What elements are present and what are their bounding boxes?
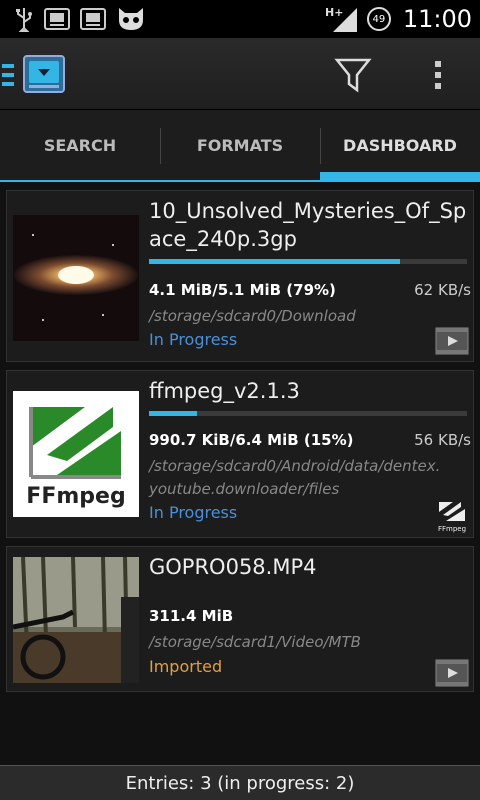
download-icon bbox=[80, 7, 106, 31]
video-icon bbox=[435, 659, 469, 687]
filter-icon[interactable] bbox=[330, 52, 376, 98]
overflow-menu-icon[interactable] bbox=[420, 52, 456, 98]
ffmpeg-logo-text: FFmpeg bbox=[26, 484, 125, 509]
download-path: /storage/sdcard0/Download bbox=[149, 307, 356, 325]
video-thumbnail bbox=[13, 557, 139, 683]
video-thumbnail bbox=[13, 215, 139, 341]
tab-dashboard[interactable]: DASHBOARD bbox=[320, 110, 480, 180]
download-title: ffmpeg_v2.1.3 bbox=[149, 379, 300, 403]
tab-formats[interactable]: FORMATS bbox=[160, 110, 320, 180]
app-logo-icon[interactable] bbox=[22, 52, 66, 96]
status-text: Imported bbox=[149, 657, 223, 676]
download-path: /storage/sdcard0/Android/data/dentex.you… bbox=[149, 457, 441, 498]
battery-icon: 49 bbox=[366, 7, 391, 31]
download-speed: 62 KB/s bbox=[414, 281, 471, 299]
svg-text:H+: H+ bbox=[325, 6, 343, 19]
video-icon bbox=[435, 327, 469, 355]
battery-level: 49 bbox=[372, 13, 386, 25]
ffmpeg-thumbnail: FFmpeg bbox=[13, 391, 139, 517]
status-text: In Progress bbox=[149, 503, 238, 522]
progress-bar bbox=[149, 411, 467, 416]
download-size: 4.1 MiB/5.1 MiB (79%) bbox=[149, 281, 336, 299]
download-title: 10_Unsolved_Mysteries_Of_Space_240p.3gp bbox=[149, 199, 467, 251]
download-size: 990.7 KiB/6.4 MiB (15%) bbox=[149, 431, 354, 449]
download-size: 311.4 MiB bbox=[149, 607, 234, 625]
signal-icon: H+ bbox=[325, 4, 359, 34]
cyanogen-mascot-icon bbox=[116, 6, 146, 32]
download-path: /storage/sdcard1/Video/MTB bbox=[149, 633, 361, 651]
downloads-list: 10_Unsolved_Mysteries_Of_Space_240p.3gp … bbox=[0, 182, 480, 765]
progress-bar bbox=[149, 259, 467, 264]
download-title: GOPRO058.MP4 bbox=[149, 555, 317, 579]
drawer-indicator-icon[interactable] bbox=[2, 64, 14, 86]
list-item[interactable]: GOPRO058.MP4 311.4 MiB /storage/sdcard1/… bbox=[6, 546, 474, 692]
list-item[interactable]: 10_Unsolved_Mysteries_Of_Space_240p.3gp … bbox=[6, 190, 474, 362]
ffmpeg-icon: FFmpeg bbox=[435, 499, 469, 533]
clock: 11:00 bbox=[402, 5, 472, 33]
tab-bar: SEARCH FORMATS DASHBOARD bbox=[0, 110, 480, 182]
status-bar: H+ 49 11:00 bbox=[0, 0, 480, 38]
action-bar bbox=[0, 38, 480, 110]
download-speed: 56 KB/s bbox=[414, 431, 471, 449]
usb-icon bbox=[14, 6, 34, 32]
entries-summary: Entries: 3 (in progress: 2) bbox=[0, 765, 480, 800]
tab-search[interactable]: SEARCH bbox=[0, 110, 160, 180]
list-item[interactable]: FFmpeg ffmpeg_v2.1.3 990.7 KiB/6.4 MiB (… bbox=[6, 370, 474, 538]
ffmpeg-icon-label: FFmpeg bbox=[438, 525, 466, 533]
download-icon bbox=[44, 7, 70, 31]
status-text: In Progress bbox=[149, 330, 238, 349]
